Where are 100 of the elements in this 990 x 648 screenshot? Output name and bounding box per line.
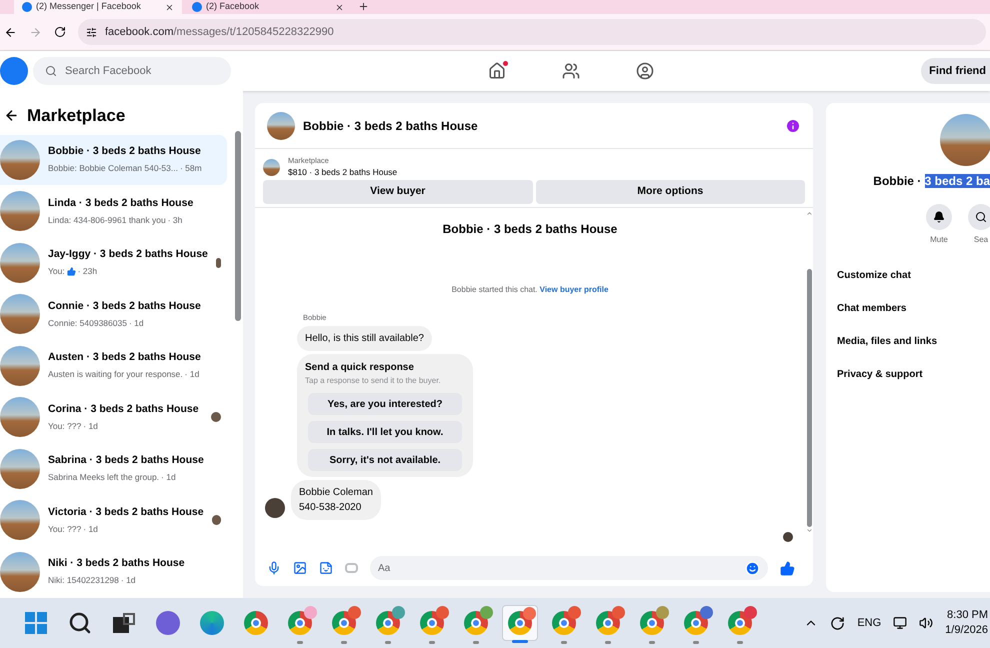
seen-avatar (211, 412, 221, 422)
message-time: · 3h (168, 214, 182, 226)
groups-icon[interactable] (636, 62, 654, 80)
conversation-name: Connie · 3 beds 2 baths House (48, 298, 202, 314)
details-menu-item[interactable]: Privacy & support (837, 367, 979, 382)
message-input[interactable]: Aa (370, 556, 768, 580)
conversation-item[interactable]: Victoria · 3 beds 2 baths House You: ??? · 1d (0, 495, 227, 545)
search-field[interactable]: Search Facebook (33, 57, 231, 85)
chat-title: Bobbie · 3 beds 2 baths House (303, 118, 479, 134)
quick-response-option[interactable]: Yes, are you interested? (308, 393, 462, 416)
scrollbar[interactable] (235, 131, 241, 321)
message-preview: Linda: 434-806-9961 thank you (48, 214, 166, 226)
clock[interactable]: 8:30 PM 1/9/2026 (945, 608, 988, 638)
chrome-profile-icon[interactable] (502, 605, 538, 641)
new-tab-icon[interactable] (358, 1, 369, 12)
reload-icon[interactable] (54, 26, 66, 38)
action-icon-button[interactable] (926, 204, 952, 230)
close-icon[interactable] (335, 2, 344, 12)
message-preview: Connie: 5409386035 (48, 316, 127, 330)
photo-placeholder (0, 448, 40, 488)
sync-icon[interactable] (830, 616, 846, 630)
scroll-up-icon[interactable] (806, 210, 812, 217)
conversation-item[interactable]: Sabrina · 3 beds 2 baths House Sabrina Meeks left the group. · 1d (0, 444, 227, 494)
message-time: · 1d (128, 316, 144, 330)
action-label: Mute (930, 234, 948, 246)
message-time: · 1d (83, 420, 98, 432)
back-icon[interactable] (4, 108, 19, 124)
view-buyer-profile-link[interactable]: View buyer profile (540, 285, 608, 294)
close-icon[interactable] (165, 2, 174, 12)
image-icon[interactable] (293, 561, 307, 575)
facebook-logo-icon (22, 2, 32, 12)
conversation-item[interactable]: Jay-Iggy · 3 beds 2 baths House You: · 23h (0, 238, 227, 288)
selected-text: 3 beds 2 ba (924, 174, 990, 188)
action-label: Sea (974, 234, 988, 246)
task-view-icon[interactable] (113, 613, 135, 633)
browser-tab[interactable]: (2) Messenger | Facebook (14, 0, 182, 14)
seen-avatar (783, 532, 793, 542)
photo-placeholder (267, 112, 295, 140)
conversation-item[interactable]: Austen · 3 beds 2 baths House Austen is waiting for your response. · 1d (0, 340, 227, 390)
find-friends-button[interactable]: Find friend (921, 58, 990, 84)
volume-icon[interactable] (919, 616, 934, 630)
message-time: · 1d (83, 522, 98, 536)
message-preview: Niki: 15402231298 (48, 574, 119, 587)
message-time: · 1d (184, 368, 200, 381)
conversation-heading: Bobbie · 3 beds 2 baths House (442, 221, 618, 238)
search-icon (975, 211, 987, 223)
details-menu-item[interactable]: Customize chat (837, 268, 979, 283)
message-time: · 1d (161, 471, 176, 484)
search-icon[interactable] (68, 611, 92, 635)
quick-response-hint: Tap a response to send it to the buyer. (305, 375, 442, 388)
details-menu-item[interactable]: Media, files and links (837, 334, 979, 349)
quick-response-option[interactable]: In talks. I'll let you know. (308, 421, 462, 444)
details-menu-item[interactable]: Chat members (837, 301, 979, 316)
facebook-logo-icon[interactable] (0, 57, 28, 85)
photo-placeholder (0, 500, 40, 540)
listing-action-button[interactable]: View buyer (263, 180, 532, 204)
message-time: · 58m (180, 162, 202, 175)
scrollbar[interactable] (806, 269, 812, 527)
message-time: · 23h (78, 265, 98, 278)
action-icon-button[interactable] (968, 204, 990, 230)
address-bar[interactable]: facebook.com/messages/t/1205845228322990 (78, 19, 986, 45)
url-text: facebook.com/messages/t/1205845228322990 (105, 24, 334, 40)
site-settings-icon[interactable] (86, 26, 97, 38)
listing-title: $810 · 3 beds 2 baths House (288, 166, 398, 179)
quick-response-title: Send a quick response (305, 361, 415, 376)
conversation-item[interactable]: Niki · 3 beds 2 baths House Niki: 15402231298 · 1d (0, 546, 227, 596)
friends-icon[interactable] (562, 62, 580, 80)
thumbs-up-icon[interactable] (780, 560, 795, 576)
sender-avatar (265, 498, 285, 518)
language-indicator[interactable]: ENG (857, 614, 882, 632)
conversation-name: Linda · 3 beds 2 baths House (48, 196, 194, 211)
message-bubble: Bobbie Coleman 540-538-2020 (291, 480, 381, 520)
seen-avatar (216, 258, 221, 268)
conversation-item[interactable]: Connie · 3 beds 2 baths House Connie: 5409386035 · 1d (0, 289, 227, 339)
conversation-name: Niki · 3 beds 2 baths House (48, 556, 186, 572)
conversation-item[interactable]: Linda · 3 beds 2 baths House Linda: 434-806-9961 thank you · 3h (0, 186, 227, 236)
photo-placeholder (0, 294, 40, 334)
chat-start-note: Bobbie started this chat. View buyer profile (452, 284, 608, 296)
conversation-name: Jay-Iggy · 3 beds 2 baths House (48, 247, 208, 262)
message-preview: Sabrina Meeks left the group. (48, 471, 160, 484)
scroll-down-icon[interactable] (806, 527, 812, 534)
microphone-icon[interactable] (267, 561, 281, 575)
back-icon[interactable] (4, 26, 17, 38)
listing-action-button[interactable]: More options (536, 180, 805, 204)
chrome-icon[interactable] (244, 611, 268, 635)
photo-placeholder (0, 346, 40, 386)
photo-placeholder (940, 114, 990, 166)
windows-logo-icon[interactable] (25, 612, 47, 634)
bell-icon (933, 211, 945, 223)
info-icon[interactable] (785, 118, 801, 134)
conversation-name: Bobbie · 3 beds 2 baths House (48, 144, 202, 160)
home-icon[interactable] (488, 62, 506, 80)
quick-response-option[interactable]: Sorry, it's not available. (308, 449, 462, 472)
emoji-icon[interactable] (745, 560, 760, 576)
photo-placeholder (263, 158, 280, 176)
conversation-item[interactable]: Bobbie · 3 beds 2 baths House Bobbie: Bobbie Coleman 540-53... · 58m (0, 134, 227, 184)
sticker-icon[interactable] (319, 561, 333, 575)
message-time: · 1d (120, 574, 136, 587)
network-icon[interactable] (893, 616, 908, 630)
conversation-item[interactable]: Corina · 3 beds 2 baths House You: ??? · 1d (0, 392, 227, 442)
